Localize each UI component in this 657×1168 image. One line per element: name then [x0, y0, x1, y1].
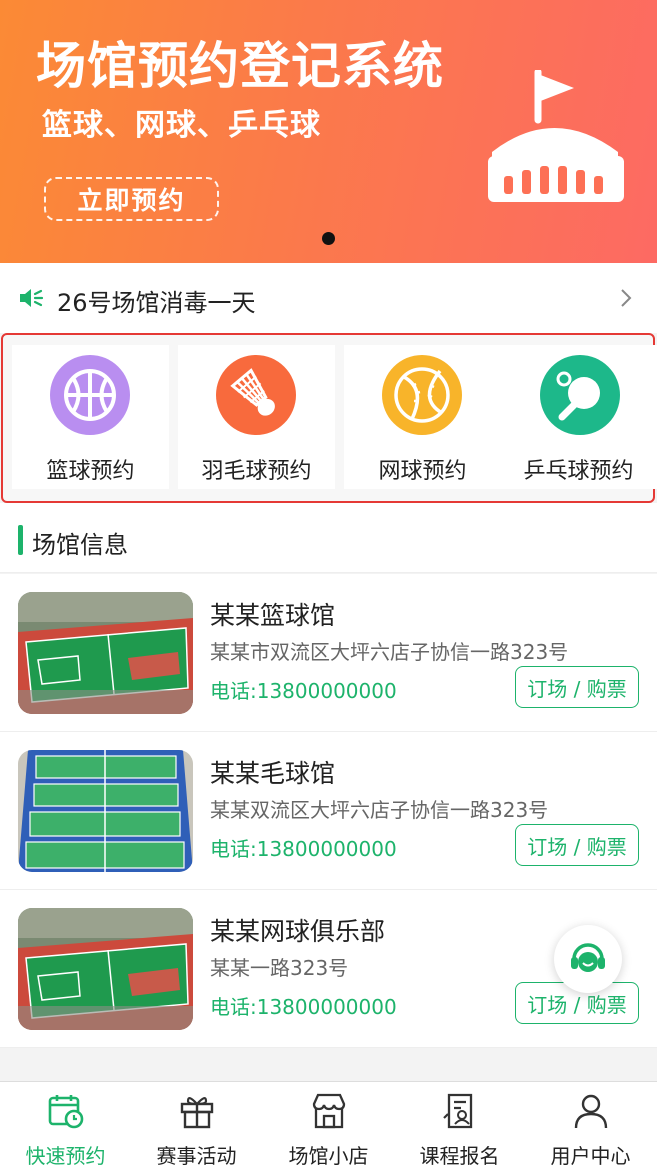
- venue-card[interactable]: 某某毛球馆 某某双流区大坪六店子协信一路323号 电话:13800000000 …: [0, 732, 657, 890]
- venue-phone[interactable]: 电话:13800000000: [210, 991, 397, 1020]
- venue-name: 某某毛球馆: [210, 759, 336, 788]
- venue-photo: [18, 750, 193, 872]
- book-now-button[interactable]: 立即预约: [44, 177, 219, 221]
- venue-address: 某某市双流区大坪六店子协信一路323号: [210, 640, 569, 664]
- speaker-icon: [20, 289, 44, 307]
- venue-address: 某某一路323号: [210, 956, 349, 980]
- tab-label: 课程报名: [419, 1144, 500, 1168]
- category-label: 篮球预约: [46, 459, 135, 484]
- tab-courses[interactable]: 课程报名: [394, 1082, 525, 1168]
- venue-photo: [18, 908, 193, 1030]
- venue-name: 某某篮球馆: [210, 601, 336, 630]
- venue-card[interactable]: 某某篮球馆 某某市双流区大坪六店子协信一路323号 电话:13800000000…: [0, 574, 657, 732]
- category-badminton[interactable]: 羽毛球预约: [178, 345, 335, 489]
- venue-address: 某某双流区大坪六店子协信一路323号: [210, 798, 549, 822]
- venue-phone[interactable]: 电话:13800000000: [210, 675, 397, 704]
- tab-quick-booking[interactable]: 快速预约: [0, 1082, 131, 1168]
- calendar-clock-icon: [48, 1095, 84, 1129]
- book-ticket-button[interactable]: 订场 / 购票: [515, 824, 639, 866]
- tennis-ball-icon: [382, 355, 462, 435]
- category-label: 羽毛球预约: [201, 459, 312, 484]
- tab-label: 赛事活动: [156, 1144, 237, 1168]
- banner-title: 场馆预约登记系统: [36, 37, 444, 95]
- category-label: 网球预约: [378, 459, 467, 484]
- category-label: 乒乓球预约: [523, 459, 634, 484]
- section-accent-bar: [18, 525, 23, 555]
- banner-subtitle: 篮球、网球、乒乓球: [42, 108, 321, 143]
- tab-shop[interactable]: 场馆小店: [263, 1082, 394, 1168]
- venue-name: 某某网球俱乐部: [210, 917, 386, 946]
- shuttlecock-icon: [216, 355, 296, 435]
- category-pingpong[interactable]: 乒乓球预约: [500, 345, 657, 489]
- signup-form-icon: [443, 1093, 473, 1129]
- category-tennis[interactable]: 网球预约: [344, 345, 501, 489]
- bottom-tab-bar: 快速预约 赛事活动 场馆小店 课程报名 用户中心: [0, 1081, 657, 1168]
- tab-events[interactable]: 赛事活动: [131, 1082, 262, 1168]
- venue-photo: [18, 592, 193, 714]
- book-ticket-button[interactable]: 订场 / 购票: [515, 666, 639, 708]
- gift-icon: [180, 1097, 214, 1129]
- tab-user-center[interactable]: 用户中心: [525, 1082, 656, 1168]
- chevron-right-icon: [621, 289, 632, 307]
- carousel-indicator[interactable]: [322, 232, 335, 245]
- notice-text: 26号场馆消毒一天: [57, 289, 256, 317]
- user-icon: [574, 1094, 608, 1129]
- section-title: 场馆信息: [32, 531, 128, 559]
- section-header: 场馆信息: [0, 503, 657, 573]
- tab-label: 快速预约: [25, 1144, 106, 1168]
- customer-service-button[interactable]: [554, 925, 622, 993]
- hero-banner[interactable]: 场馆预约登记系统 篮球、网球、乒乓球 立即预约: [0, 0, 657, 263]
- basketball-icon: [50, 355, 130, 435]
- tab-label: 场馆小店: [288, 1144, 369, 1168]
- customer-service-icon: [571, 943, 605, 972]
- tab-label: 用户中心: [550, 1144, 631, 1168]
- booking-categories: 篮球预约 羽毛球预约 网球预约 乒乓球预约: [1, 333, 657, 503]
- shop-icon: [312, 1093, 346, 1129]
- stadium-icon: [488, 70, 624, 202]
- ping-pong-icon: [540, 355, 620, 435]
- notice-bar[interactable]: 26号场馆消毒一天: [0, 263, 657, 333]
- category-basketball[interactable]: 篮球预约: [12, 345, 169, 489]
- venue-phone[interactable]: 电话:13800000000: [210, 833, 397, 862]
